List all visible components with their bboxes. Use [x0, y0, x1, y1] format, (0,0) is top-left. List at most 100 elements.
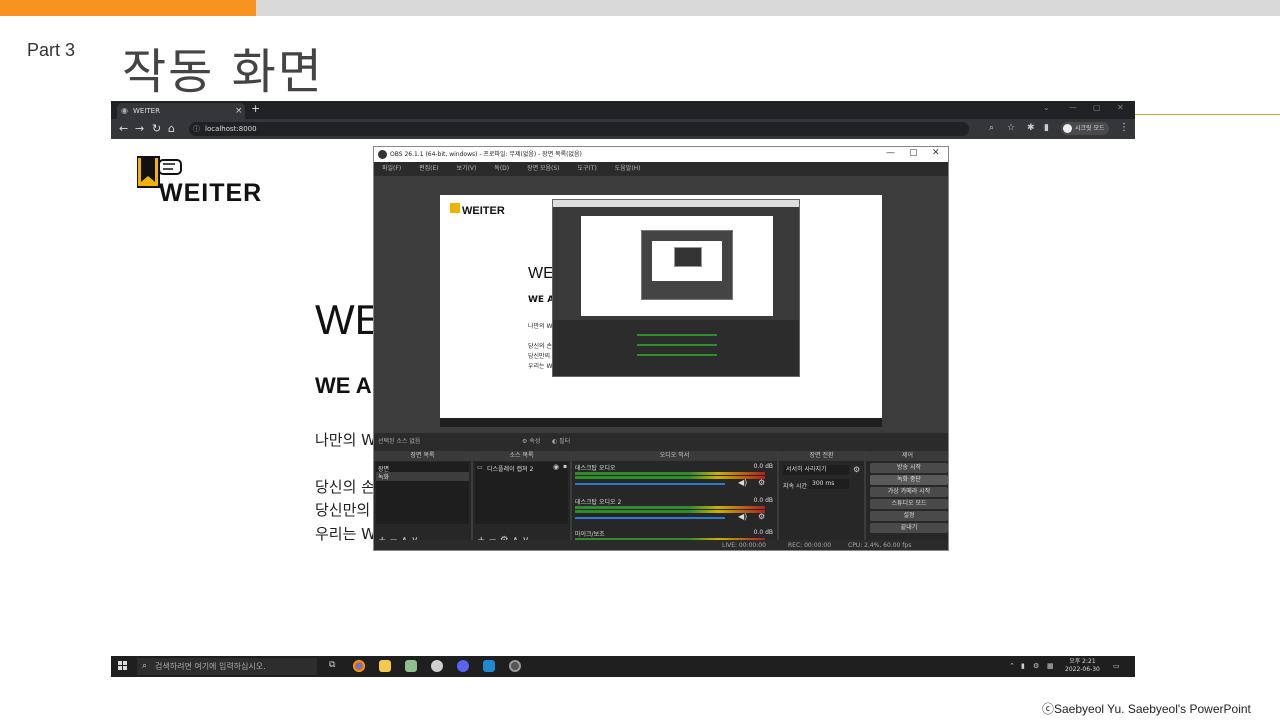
menu-view[interactable]: 보기(V) — [457, 165, 477, 172]
taskbar-search-box[interactable]: ⌕ 검색하려면 여기에 입력하십시오. — [137, 658, 317, 675]
duration-input[interactable]: 300 ms — [809, 479, 849, 489]
preview-line: 당신의 손 — [528, 343, 552, 350]
nested-meter — [637, 354, 717, 356]
header-accent-gray — [256, 0, 1280, 16]
preview-line: 나만의 W — [528, 323, 553, 330]
obs-status-bar: LIVE: 00:00:00 REC: 00:00:00 CPU: 2.4%, … — [374, 540, 948, 550]
hero-line: 우리는 W — [315, 525, 376, 543]
scenes-dock: 장면 목록 장면 녹화 +−∧∨ — [374, 451, 472, 550]
search-icon: ⌕ — [142, 661, 148, 671]
eye-icon[interactable]: ◉ — [553, 463, 559, 471]
properties-button[interactable]: ⚙ 속성 — [522, 433, 540, 451]
menu-dock[interactable]: 독(D) — [494, 165, 509, 172]
menu-help[interactable]: 도움말(H) — [615, 165, 641, 172]
windows-start-icon[interactable] — [118, 661, 128, 671]
globe-icon: ◉ — [121, 106, 128, 115]
gear-icon[interactable]: ⚙ — [758, 512, 765, 521]
zoom-icon[interactable]: ⌕ — [989, 123, 994, 133]
tray-date: 2022-06-30 — [1065, 666, 1100, 673]
browser-tab[interactable]: ◉ WEITER × — [117, 103, 245, 119]
logo-mark-icon — [450, 203, 460, 213]
obs-title-text: OBS 26.1.1 (64-bit, windows) - 프로파일: 무제(… — [390, 151, 582, 158]
kebab-menu-icon[interactable]: ⋮ — [1119, 122, 1129, 133]
minimize-button[interactable]: — — [1069, 103, 1077, 112]
new-tab-button[interactable]: + — [251, 102, 260, 115]
site-logo-text[interactable]: WEITER — [159, 179, 262, 208]
app-icon[interactable] — [431, 660, 443, 672]
obs-close-button[interactable]: ✕ — [932, 148, 940, 158]
info-icon: ⓘ — [193, 125, 200, 133]
obs-minimize-button[interactable]: — — [886, 148, 895, 158]
menu-scene-collection[interactable]: 장면 모음(S) — [527, 165, 559, 172]
close-window-button[interactable]: ✕ — [1117, 103, 1124, 112]
home-button[interactable]: ⌂ — [168, 122, 175, 135]
mixer-channel-name: 데스크탑 오디오 2 — [575, 499, 622, 506]
studio-mode-button[interactable]: 스튜디오 모드 — [870, 499, 948, 509]
speaker-icon[interactable]: ◀) — [738, 478, 747, 487]
preview-taskbar — [440, 418, 882, 427]
stop-recording-button[interactable]: 녹화 중단 — [870, 475, 948, 485]
sources-dock-header: 소스 목록 — [473, 451, 570, 461]
task-view-icon[interactable]: ⧉ — [329, 660, 335, 670]
forward-button[interactable]: → — [135, 122, 144, 135]
slide-title: 작동 화면 — [122, 44, 324, 100]
url-field[interactable]: ⓘ localhost:8000 — [189, 122, 969, 136]
gear-icon[interactable]: ⚙ — [853, 465, 860, 474]
discord-icon[interactable] — [457, 660, 469, 672]
back-button[interactable]: ← — [119, 122, 128, 135]
scene-item-selected[interactable]: 녹화 — [376, 472, 469, 481]
nested-capture-level-2 — [641, 230, 733, 300]
speaker-icon[interactable]: ◀) — [738, 512, 747, 521]
avatar — [1063, 124, 1072, 133]
preview-line: 당신만의 — [528, 353, 551, 360]
settings-button[interactable]: 설정 — [870, 511, 948, 521]
chrome-icon[interactable] — [353, 660, 365, 672]
network-icon[interactable]: ▦ — [1047, 662, 1054, 670]
chevron-down-icon[interactable]: ⌄ — [1043, 103, 1050, 112]
preview-hero-title: WE — [528, 265, 554, 282]
nested-capture-level-3 — [674, 247, 702, 267]
obs-maximize-button[interactable]: ▢ — [909, 148, 918, 158]
nested-meter — [637, 344, 717, 346]
volume-slider[interactable] — [575, 517, 725, 519]
audio-mixer-dock: 오디오 믹서 데스크탑 오디오 0.0 dB ◀) ⚙ 데스크탑 오디오 2 0… — [572, 451, 778, 550]
preview-line: 우리는 W — [528, 363, 553, 370]
bookmark-star-icon[interactable]: ☆ — [1007, 123, 1015, 133]
maximize-button[interactable]: ▢ — [1093, 103, 1101, 112]
start-virtual-camera-button[interactable]: 가상 카메라 시작 — [870, 487, 948, 497]
menu-file[interactable]: 파일(F) — [382, 165, 401, 172]
obs-menu-bar: 파일(F) 편집(E) 보기(V) 독(D) 장면 모음(S) 도구(T) 도움… — [374, 162, 948, 176]
exit-button[interactable]: 끝내기 — [870, 523, 948, 533]
header-accent-orange — [0, 0, 256, 16]
tray-clock[interactable]: 오후 2:21 2022-06-30 — [1065, 658, 1100, 674]
divider-line — [1134, 114, 1280, 115]
gear-icon[interactable]: ⚙ — [1033, 662, 1039, 670]
transition-select[interactable]: 서서히 사라지기 — [783, 465, 849, 475]
menu-tools[interactable]: 도구(T) — [577, 165, 596, 172]
microphone-icon[interactable]: ▮ — [1021, 662, 1025, 670]
security-icon[interactable] — [405, 660, 417, 672]
source-item[interactable]: 디스플레이 캡쳐 2 — [487, 464, 533, 473]
profile-label: 시크릿 모드 — [1075, 125, 1105, 132]
close-icon[interactable]: × — [235, 103, 243, 119]
transitions-dock: 장면 전환 서서히 사라지기 ⚙ 지속 시간 300 ms — [779, 451, 865, 550]
notification-icon[interactable]: ▭ — [1113, 662, 1120, 670]
mixer-channel-db: 0.0 dB — [753, 529, 773, 536]
hero-line: 나만의 W — [315, 431, 376, 449]
obs-taskbar-icon[interactable] — [509, 660, 521, 672]
part-label: Part 3 — [27, 40, 76, 60]
reload-button[interactable]: ↻ — [152, 122, 161, 135]
lock-icon[interactable]: ▪ — [563, 463, 567, 470]
extensions-icon[interactable]: ✱ — [1027, 123, 1035, 133]
filters-button[interactable]: ◐ 필터 — [552, 433, 570, 451]
volume-slider[interactable] — [575, 483, 725, 485]
gear-icon[interactable]: ⚙ — [758, 478, 765, 487]
tray-chevron-icon[interactable]: ⌃ — [1009, 662, 1015, 670]
file-explorer-icon[interactable] — [379, 660, 391, 672]
start-streaming-button[interactable]: 방송 시작 — [870, 463, 948, 473]
incognito-profile-button[interactable]: 시크릿 모드 — [1061, 122, 1109, 135]
obs-preview-canvas[interactable]: WEITER WE WE A 나만의 W 당신의 손 당신만의 우리는 W — [440, 195, 882, 419]
vscode-icon[interactable] — [483, 660, 495, 672]
sidepanel-icon[interactable]: ▮ — [1044, 123, 1049, 133]
menu-edit[interactable]: 편집(E) — [419, 165, 439, 172]
